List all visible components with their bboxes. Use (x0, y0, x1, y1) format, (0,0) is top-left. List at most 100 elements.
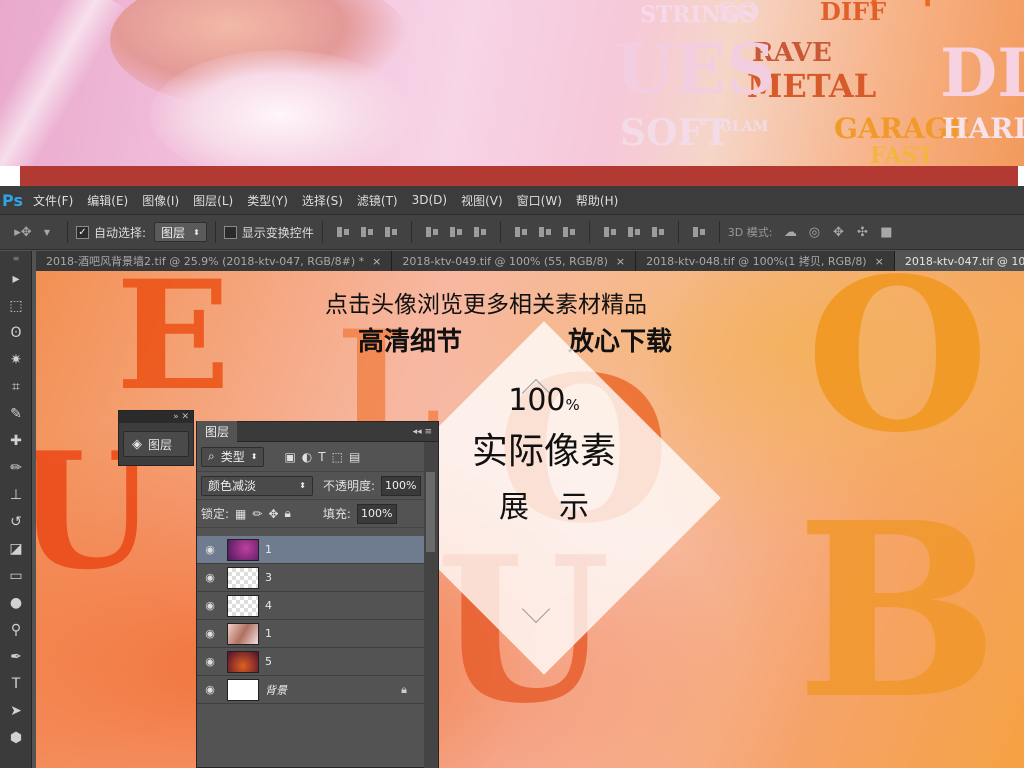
eye-icon[interactable]: ◉ (197, 683, 223, 696)
lock-transparent-icon[interactable]: ▦ (235, 507, 246, 521)
align-bottom-icon[interactable] (383, 225, 399, 239)
blend-mode-dropdown[interactable]: 颜色减淡 ⬍ (201, 475, 313, 496)
layer-row[interactable]: ◉ 1 (197, 536, 425, 564)
shape-tool-icon[interactable]: ⬢ (0, 724, 32, 751)
chevron-down-icon[interactable]: ▼ (38, 223, 56, 241)
filter-shape-icon[interactable]: ⬚ (332, 450, 343, 464)
layers-list: ◉ 1 ◉ 3 ◉ 4 ◉ 1 ◉ 5 ◉ 背景 🔒︎ (197, 536, 425, 704)
layers-scrollbar[interactable] (424, 442, 438, 768)
dock-header[interactable]: » ✕ (119, 411, 193, 423)
layer-row[interactable]: ◉ 4 (197, 592, 425, 620)
crop-tool-icon[interactable]: ⌗ (0, 373, 32, 400)
divider (718, 221, 720, 243)
document-tab[interactable]: 2018-ktv-048.tif @ 100%(1 拷贝, RGB/8) × (636, 251, 895, 271)
menu-image[interactable]: 图像(I) (135, 192, 186, 209)
opacity-field[interactable]: 100% (381, 475, 422, 496)
close-icon[interactable]: × (372, 255, 381, 268)
pen-tool-icon[interactable]: ✒ (0, 643, 32, 670)
menu-edit[interactable]: 编辑(E) (80, 192, 135, 209)
distribute-left-icon[interactable] (602, 225, 618, 239)
eye-icon[interactable]: ◉ (197, 599, 223, 612)
close-icon[interactable]: × (875, 255, 884, 268)
filter-pixel-icon[interactable]: ▣ (284, 450, 295, 464)
layer-row[interactable]: ◉ 背景 🔒︎ (197, 676, 425, 704)
filter-adjustment-icon[interactable]: ◐ (302, 450, 312, 464)
dodge-tool-icon[interactable]: ⚲ (0, 616, 32, 643)
blur-tool-icon[interactable]: ● (0, 589, 32, 616)
eye-icon[interactable]: ◉ (197, 627, 223, 640)
scrollbar-thumb[interactable] (426, 472, 435, 552)
history-brush-tool-icon[interactable]: ↺ (0, 508, 32, 535)
path-selection-tool-icon[interactable]: ➤ (0, 697, 32, 724)
auto-align-icon[interactable] (691, 225, 707, 239)
layer-row[interactable]: ◉ 3 (197, 564, 425, 592)
move-tool-icon[interactable]: ▸ (0, 265, 32, 292)
divider (410, 221, 412, 243)
tab-label: 2018-ktv-048.tif @ 100%(1 拷贝, RGB/8) (646, 255, 867, 268)
align-vcenter-icon[interactable] (359, 225, 375, 239)
layers-panel-tab[interactable]: 图层 (197, 421, 238, 442)
auto-select-checkbox[interactable]: ✓ (76, 225, 89, 239)
close-icon[interactable]: × (616, 255, 625, 268)
promo-text-browse: 点击头像浏览更多相关素材精品 (325, 292, 647, 318)
align-right-icon[interactable] (472, 225, 488, 239)
align-hcenter-icon[interactable] (448, 225, 464, 239)
collapse-handle-icon[interactable]: ≡ (0, 251, 32, 265)
3d-orbit-icon[interactable]: ☁ (781, 223, 799, 241)
fill-field[interactable]: 100% (356, 503, 397, 524)
lock-position-icon[interactable]: ✥ (268, 507, 278, 521)
3d-pan-icon[interactable]: ✥ (829, 223, 847, 241)
marquee-tool-icon[interactable]: ⬚ (0, 292, 32, 319)
healing-brush-tool-icon[interactable]: ✚ (0, 427, 32, 454)
banner-word: HARD (942, 112, 1024, 145)
document-tab-active[interactable]: 2018-ktv-047.tif @ 100% (894, 251, 1024, 271)
document-tab[interactable]: 2018-酒吧风背景墙2.tif @ 25.9% (2018-ktv-047, … (36, 251, 393, 271)
distribute-hcenter-icon[interactable] (626, 225, 642, 239)
distribute-top-icon[interactable] (513, 225, 529, 239)
filter-smart-object-icon[interactable]: ▤ (349, 450, 360, 464)
layers-dock-button[interactable]: ◈ 图层 (123, 431, 189, 457)
3d-roll-icon[interactable]: ◎ (805, 223, 823, 241)
lock-pixels-icon[interactable]: ✏ (252, 507, 262, 521)
layer-thumbnail (227, 678, 259, 701)
layer-row[interactable]: ◉ 1 (197, 620, 425, 648)
panel-menu-icon[interactable]: ◂◂ ≡ (413, 427, 432, 437)
3d-slide-icon[interactable]: ✣ (853, 223, 871, 241)
lasso-tool-icon[interactable]: ʘ (0, 319, 32, 346)
clone-stamp-tool-icon[interactable]: ⊥ (0, 481, 32, 508)
menu-window[interactable]: 窗口(W) (510, 192, 569, 209)
layer-row[interactable]: ◉ 5 (197, 648, 425, 676)
menu-3d[interactable]: 3D(D) (405, 193, 454, 207)
eyedropper-tool-icon[interactable]: ✎ (0, 400, 32, 427)
menu-file[interactable]: 文件(F) (26, 192, 80, 209)
3d-camera-icon[interactable]: ■ (877, 223, 895, 241)
layer-filter-dropdown[interactable]: ⌕ 类型 ⬍ (201, 446, 265, 467)
brush-tool-icon[interactable]: ✏ (0, 454, 32, 481)
menu-type[interactable]: 类型(Y) (240, 192, 295, 209)
menu-view[interactable]: 视图(V) (454, 192, 510, 209)
eye-icon[interactable]: ◉ (197, 543, 223, 556)
eye-icon[interactable]: ◉ (197, 571, 223, 584)
menu-filter[interactable]: 滤镜(T) (350, 192, 405, 209)
align-top-icon[interactable] (335, 225, 351, 239)
eye-icon[interactable]: ◉ (197, 655, 223, 668)
align-left-icon[interactable] (424, 225, 440, 239)
menu-help[interactable]: 帮助(H) (569, 192, 625, 209)
distribute-right-icon[interactable] (650, 225, 666, 239)
menu-layer[interactable]: 图层(L) (186, 192, 240, 209)
document-tab[interactable]: 2018-ktv-049.tif @ 100% (55, RGB/8) × (392, 251, 637, 271)
auto-select-dropdown[interactable]: 图层 ⬍ (154, 222, 207, 242)
gradient-tool-icon[interactable]: ▭ (0, 562, 32, 589)
opacity-label: 不透明度: (323, 479, 376, 493)
show-transform-checkbox[interactable] (223, 225, 237, 239)
type-tool-icon[interactable]: T (0, 670, 32, 697)
lock-all-icon[interactable]: 🔒︎ (285, 506, 291, 521)
document-canvas[interactable]: E L U U O O B 点击头像浏览更多相关素材精品 高清细节 放心下载 1… (36, 271, 1024, 768)
menu-select[interactable]: 选择(S) (295, 192, 350, 209)
eraser-tool-icon[interactable]: ◪ (0, 535, 32, 562)
filter-type-icon[interactable]: T (318, 450, 325, 464)
distribute-bottom-icon[interactable] (561, 225, 577, 239)
move-tool-preset-icon[interactable]: ▸✥ (14, 223, 32, 241)
distribute-vcenter-icon[interactable] (537, 225, 553, 239)
magic-wand-tool-icon[interactable]: ✷ (0, 346, 32, 373)
